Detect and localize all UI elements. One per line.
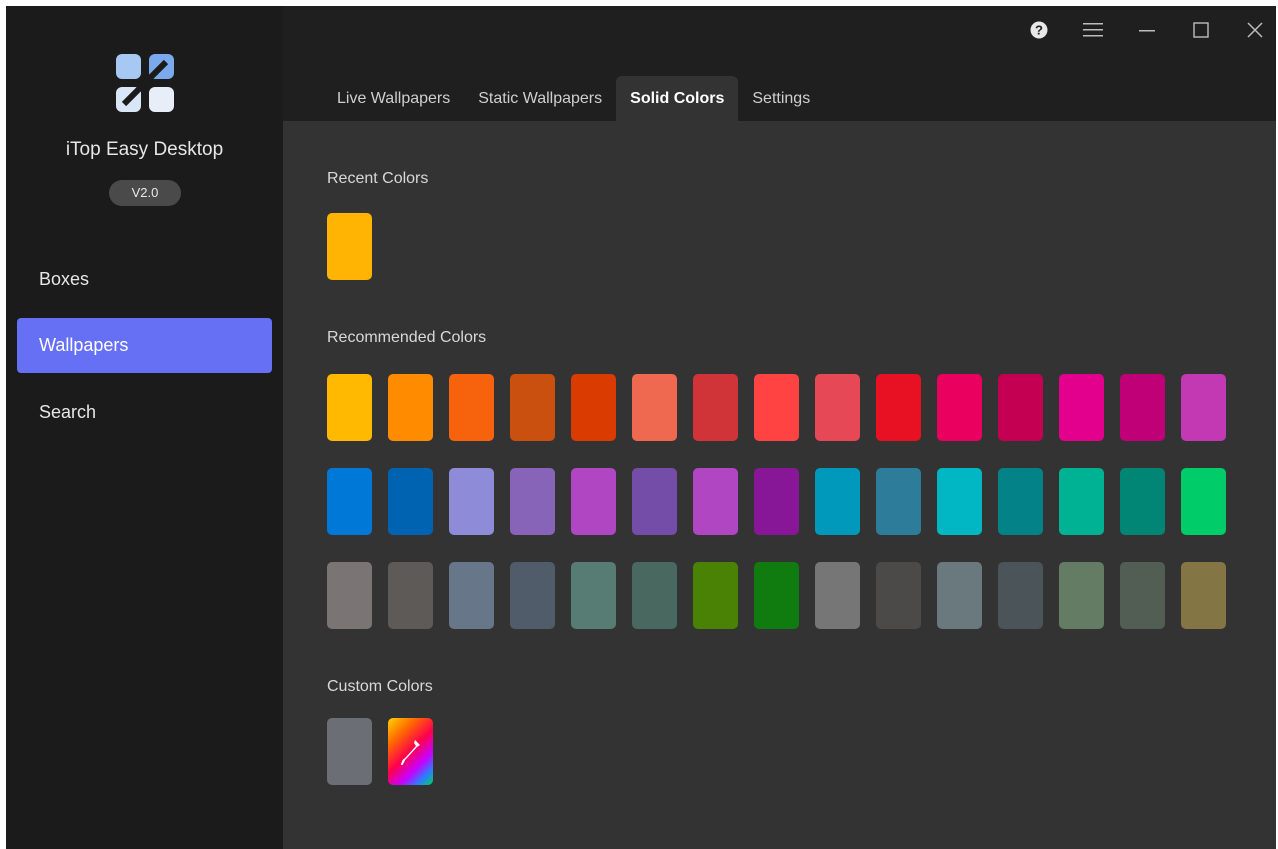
app-name: iTop Easy Desktop — [65, 139, 224, 160]
recommended-color-swatch[interactable] — [937, 374, 982, 441]
recommended-color-swatch[interactable] — [632, 562, 677, 629]
sidebar: iTop Easy Desktop V2.0 Boxes Wallpapers … — [6, 6, 283, 849]
recommended-color-swatch[interactable] — [571, 468, 616, 535]
recommended-color-swatch[interactable] — [571, 374, 616, 441]
custom-color-swatch[interactable] — [327, 718, 372, 785]
close-icon[interactable] — [1234, 12, 1276, 48]
tab-bar: Live Wallpapers Static Wallpapers Solid … — [323, 76, 824, 121]
recommended-color-swatch[interactable] — [998, 562, 1043, 629]
app-logo-icon — [116, 54, 174, 112]
recommended-color-swatch[interactable] — [449, 374, 494, 441]
recommended-color-swatch[interactable] — [1120, 468, 1165, 535]
sidebar-item-boxes[interactable]: Boxes — [17, 252, 272, 307]
minimize-icon[interactable] — [1126, 12, 1168, 48]
svg-text:?: ? — [1035, 23, 1043, 38]
recommended-color-swatch[interactable] — [998, 468, 1043, 535]
recommended-color-swatch[interactable] — [632, 374, 677, 441]
recommended-color-swatch[interactable] — [876, 468, 921, 535]
recommended-color-swatch[interactable] — [510, 374, 555, 441]
app-window: iTop Easy Desktop V2.0 Boxes Wallpapers … — [6, 6, 1276, 849]
recommended-color-swatch[interactable] — [754, 562, 799, 629]
tab-settings[interactable]: Settings — [738, 76, 824, 121]
recommended-color-swatch[interactable] — [1059, 562, 1104, 629]
recommended-color-swatch[interactable] — [327, 374, 372, 441]
menu-icon[interactable] — [1072, 12, 1114, 48]
recommended-color-swatch[interactable] — [693, 468, 738, 535]
recommended-color-swatch[interactable] — [449, 468, 494, 535]
main-panel: ? Live Wallpapers Static Wallpapers Soli… — [283, 6, 1276, 849]
custom-colors-title: Custom Colors — [327, 678, 433, 695]
recommended-color-swatch[interactable] — [1059, 374, 1104, 441]
recommended-color-swatch[interactable] — [693, 562, 738, 629]
recommended-color-swatch[interactable] — [1181, 374, 1226, 441]
version-badge: V2.0 — [109, 180, 181, 206]
tab-solid-colors[interactable]: Solid Colors — [616, 76, 739, 121]
recommended-color-swatch[interactable] — [388, 468, 433, 535]
top-bar: ? Live Wallpapers Static Wallpapers Soli… — [283, 6, 1276, 121]
recommended-color-swatch[interactable] — [815, 374, 860, 441]
tab-static-wallpapers[interactable]: Static Wallpapers — [464, 76, 616, 121]
recent-color-swatch[interactable] — [327, 213, 372, 280]
recommended-color-swatch[interactable] — [754, 468, 799, 535]
recommended-color-swatch[interactable] — [1120, 374, 1165, 441]
recommended-color-swatch[interactable] — [815, 468, 860, 535]
recommended-color-swatch[interactable] — [388, 562, 433, 629]
recommended-color-swatch[interactable] — [1120, 562, 1165, 629]
eyedropper-icon — [400, 739, 420, 765]
recommended-color-swatch[interactable] — [876, 374, 921, 441]
recommended-color-swatch[interactable] — [1059, 468, 1104, 535]
color-picker-button[interactable] — [388, 718, 433, 785]
recommended-color-swatch[interactable] — [815, 562, 860, 629]
recommended-color-swatch[interactable] — [1181, 468, 1226, 535]
sidebar-item-wallpapers[interactable]: Wallpapers — [17, 318, 272, 373]
recommended-color-swatch[interactable] — [754, 374, 799, 441]
recommended-color-swatch[interactable] — [693, 374, 738, 441]
maximize-icon[interactable] — [1180, 12, 1222, 48]
recommended-color-swatch[interactable] — [876, 562, 921, 629]
recommended-color-swatch[interactable] — [937, 468, 982, 535]
recommended-color-swatch[interactable] — [571, 562, 616, 629]
recommended-color-swatch[interactable] — [510, 562, 555, 629]
recommended-color-swatch[interactable] — [327, 562, 372, 629]
sidebar-item-search[interactable]: Search — [17, 385, 272, 440]
recommended-color-swatch[interactable] — [937, 562, 982, 629]
recommended-color-swatch[interactable] — [510, 468, 555, 535]
recommended-color-swatch[interactable] — [998, 374, 1043, 441]
recommended-color-swatch[interactable] — [632, 468, 677, 535]
recommended-colors-title: Recommended Colors — [327, 329, 487, 346]
recent-colors-title: Recent Colors — [327, 170, 429, 187]
recommended-color-swatch[interactable] — [388, 374, 433, 441]
recommended-color-swatch[interactable] — [327, 468, 372, 535]
window-controls: ? — [1006, 12, 1276, 48]
recommended-color-swatch[interactable] — [1181, 562, 1226, 629]
recommended-color-swatch[interactable] — [449, 562, 494, 629]
tab-live-wallpapers[interactable]: Live Wallpapers — [323, 76, 464, 121]
help-icon[interactable]: ? — [1018, 12, 1060, 48]
